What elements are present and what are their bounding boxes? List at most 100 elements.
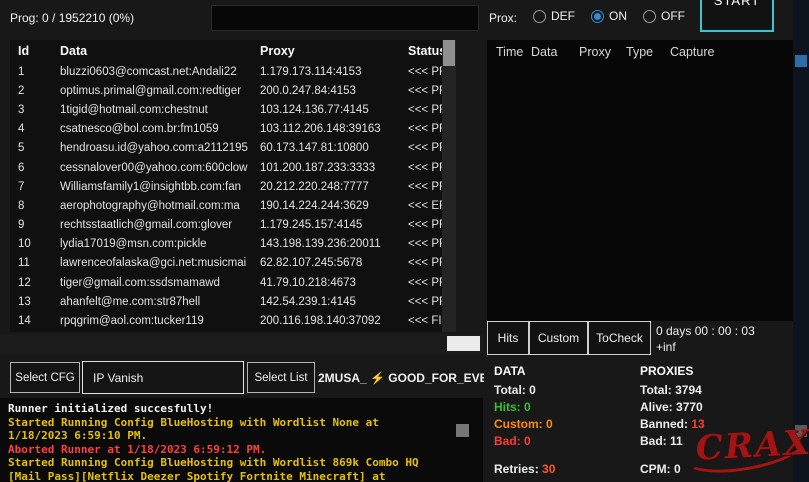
cell-id: 5 [10,142,52,154]
cell-data: optimus.primal@gmail.com:redtiger [52,85,252,97]
cell-proxy: 41.79.10.218:4673 [252,277,400,289]
proxy-radio-def[interactable]: DEF [533,9,575,23]
cell-status: <<< PRO [400,296,442,308]
table-row[interactable]: 9rechtsstaatlich@gmail.com:glover1.179.2… [10,216,442,235]
column-header-status[interactable]: Status [400,44,442,58]
cell-status: <<< PRO [400,162,442,174]
cell-data: bluzzi0603@comcast.net:Andali22 [52,66,252,78]
column-header-type[interactable]: Type [626,45,653,59]
log-line: Started Running Config BlueHosting with … [8,416,483,430]
results-tabs: Hits Custom ToCheck 0 days 00 : 00 : 03 … [487,321,807,357]
column-header-proxy[interactable]: Proxy [252,44,400,58]
stat-alive: Alive: 3770 [640,400,790,414]
log-line: Started Running Config BlueHosting with … [8,456,483,470]
cell-data: 1tigid@hotmail.com:chestnut [52,104,252,116]
table-row[interactable]: 10lydia17019@msn.com:pickle143.198.139.2… [10,235,442,254]
cell-proxy: 101.200.187.233:3333 [252,162,400,174]
column-header-data[interactable]: Data [531,45,557,59]
cell-status: <<< PRO [400,257,442,269]
runner-window: Prog: 0 / 1952210 (0%) Prox: DEFONOFF ST… [0,0,809,482]
cell-data: Williamsfamily1@insightbb.com:fan [52,181,252,193]
proxy-mode-label: Prox: [489,11,517,25]
cell-data: ahanfelt@me.com:str87hell [52,296,252,308]
cell-proxy: 200.116.198.140:37092 [252,315,400,327]
select-list-button[interactable]: Select List [247,362,315,393]
results-table: Id Data Proxy Status 1bluzzi0603@comcast… [10,40,456,332]
table-row[interactable]: 4csatnesco@bol.com.br:fm1059103.112.206.… [10,120,442,139]
start-button[interactable]: START [700,0,774,32]
cell-status: <<< FIN [400,315,442,327]
cell-proxy: 103.112.206.148:39163 [252,123,400,135]
table-row[interactable]: 13ahanfelt@me.com:str87hell142.54.239.1:… [10,292,442,311]
cell-id: 11 [10,257,52,269]
cell-status: <<< PRO [400,66,442,78]
column-header-time[interactable]: Time [496,45,523,59]
stat-retries: Retries: 30 [494,462,634,476]
log-scrollbar-thumb[interactable] [456,424,469,437]
table-row[interactable]: 5hendroasu.id@yahoo.com:a211219560.173.1… [10,139,442,158]
tab-hits[interactable]: Hits [487,321,529,355]
stat-custom: Custom: 0 [494,417,634,431]
edge-blue-icon[interactable] [795,55,807,67]
stat-bad: Bad: 11 [640,434,790,448]
column-header-capture[interactable]: Capture [670,45,714,59]
results-body: 1bluzzi0603@comcast.net:Andali221.179.17… [10,62,442,332]
results-vertical-scrollbar[interactable] [442,40,456,332]
cell-data: lawrenceofalaska@gci.net:musicmai [52,257,252,269]
desktop-edge-strip [793,0,809,482]
table-row[interactable]: 8aerophotography@hotmail.com:ma190.14.22… [10,196,442,215]
data-stats: DATATotal: 0Hits: 0Custom: 0Bad: 0Retrie… [494,364,634,476]
stat-total: Total: 0 [494,383,634,397]
cell-data: rechtsstaatlich@gmail.com:glover [52,219,252,231]
table-row[interactable]: 14rpqgrim@aol.com:tucker119200.116.198.1… [10,311,442,330]
proxy-radio-group: DEF ON OFF [533,9,685,23]
radio-label: ON [609,9,627,23]
proxy-radio-on[interactable]: ON [591,9,627,23]
edge-gray-icon[interactable] [795,425,807,437]
tab-custom[interactable]: Custom [529,321,588,355]
table-row[interactable]: 1bluzzi0603@comcast.net:Andali221.179.17… [10,62,442,81]
select-cfg-button[interactable]: Select CFG [10,362,80,393]
log-line: Runner initialized succesfully! [8,402,483,416]
wordlist-name-label[interactable]: 2MUSA_ ⚡ GOOD_FOR_EVERY [318,362,484,393]
column-header-id[interactable]: Id [10,44,52,58]
table-row[interactable]: 2optimus.primal@gmail.com:redtiger200.0.… [10,81,442,100]
tab-tocheck[interactable]: ToCheck [588,321,651,355]
cell-proxy: 190.14.224.244:3629 [252,200,400,212]
column-header-proxy[interactable]: Proxy [579,45,611,59]
table-row[interactable]: 31tigid@hotmail.com:chestnut103.124.136.… [10,100,442,119]
command-input[interactable] [211,5,479,31]
cell-id: 13 [10,296,52,308]
cell-proxy: 62.82.107.245:5678 [252,257,400,269]
proxy-stats: PROXIESTotal: 3794Alive: 3770Banned: 13B… [640,364,790,476]
config-name-button[interactable]: IP Vanish [82,361,244,394]
column-header-data[interactable]: Data [52,44,252,58]
remaining-time: +inf [656,339,755,355]
log-line: 1/18/2023 6:59:10 PM. [8,429,483,443]
log-lines: Runner initialized succesfully!Started R… [0,398,483,482]
scrollbar-thumb[interactable] [447,336,480,351]
cell-status: <<< PRO [400,123,442,135]
cell-status: <<< PRO [400,238,442,250]
table-row[interactable]: 6cessnalover00@yahoo.com:600clow101.200.… [10,158,442,177]
stat-bad: Bad: 0 [494,434,634,448]
cell-proxy: 143.198.139.236:20011 [252,238,400,250]
cell-status: <<< PRO [400,142,442,154]
hits-table: Time Data Proxy Type Capture [487,40,793,321]
table-row[interactable]: 12tiger@gmail.com:ssdsmamawd41.79.10.218… [10,273,442,292]
cell-proxy: 20.212.220.248:7777 [252,181,400,193]
cell-proxy: 1.179.245.157:4145 [252,219,400,231]
cell-data: hendroasu.id@yahoo.com:a2112195 [52,142,252,154]
cell-proxy: 60.173.147.81:10800 [252,142,400,154]
results-horizontal-scrollbar[interactable] [0,334,483,353]
table-row[interactable]: 11lawrenceofalaska@gci.net:musicmai62.82… [10,254,442,273]
cell-proxy: 142.54.239.1:4145 [252,296,400,308]
proxy-radio-off[interactable]: OFF [643,9,685,23]
scrollbar-thumb[interactable] [443,40,455,66]
cell-id: 7 [10,181,52,193]
log-line: [Mail Pass][Netflix Deezer Spotify Fortn… [8,470,483,482]
table-row[interactable]: 7Williamsfamily1@insightbb.com:fan20.212… [10,177,442,196]
cell-status: <<< PRO [400,277,442,289]
cell-status: <<< PRO [400,85,442,97]
cell-data: cessnalover00@yahoo.com:600clow [52,162,252,174]
